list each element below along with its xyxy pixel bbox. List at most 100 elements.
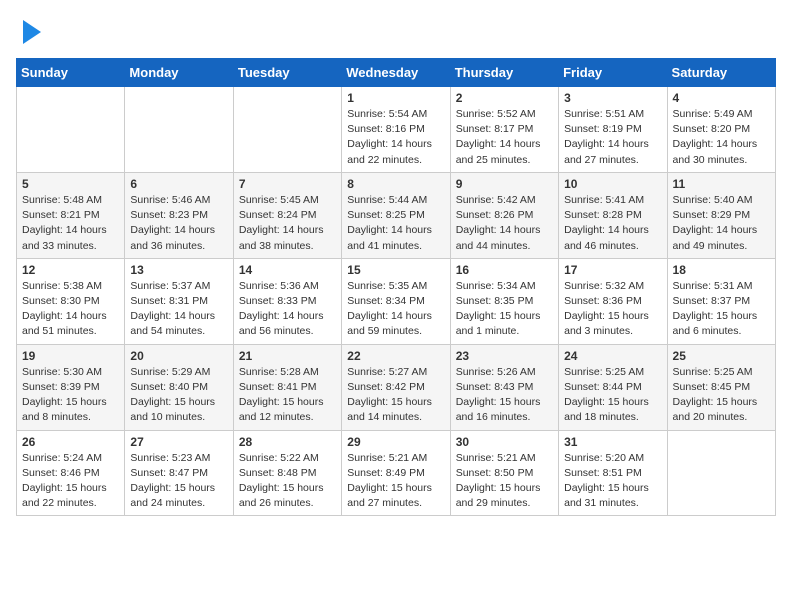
- sunrise-text: Sunrise: 5:44 AM: [347, 194, 427, 206]
- calendar-cell: [17, 87, 125, 173]
- cell-details: Sunrise: 5:30 AMSunset: 8:39 PMDaylight:…: [22, 365, 119, 426]
- page-header: [16, 16, 776, 46]
- logo-arrow-icon: [23, 18, 43, 46]
- daylight-text: Daylight: 14 hours and 56 minutes.: [239, 310, 324, 337]
- daylight-text: Daylight: 14 hours and 33 minutes.: [22, 224, 107, 251]
- sunset-text: Sunset: 8:28 PM: [564, 209, 642, 221]
- cell-details: Sunrise: 5:48 AM Sunset: 8:21 PM Daylight:…: [22, 193, 119, 254]
- day-number: 3: [564, 91, 661, 105]
- day-header-wednesday: Wednesday: [342, 59, 450, 87]
- day-number: 14: [239, 263, 336, 277]
- calendar-cell: 28Sunrise: 5:22 AMSunset: 8:48 PMDayligh…: [233, 430, 341, 516]
- day-number: 29: [347, 435, 444, 449]
- sunset-text: Sunset: 8:41 PM: [239, 381, 317, 393]
- day-number: 1: [347, 91, 444, 105]
- sunrise-text: Sunrise: 5:22 AM: [239, 452, 319, 464]
- calendar-cell: 23Sunrise: 5:26 AMSunset: 8:43 PMDayligh…: [450, 344, 558, 430]
- day-number: 6: [130, 177, 227, 191]
- sunrise-text: Sunrise: 5:25 AM: [564, 366, 644, 378]
- calendar-week-row: 5 Sunrise: 5:48 AM Sunset: 8:21 PM Daylight…: [17, 172, 776, 258]
- day-number: 9: [456, 177, 553, 191]
- calendar-cell: 14Sunrise: 5:36 AMSunset: 8:33 PMDayligh…: [233, 258, 341, 344]
- sunset-text: Sunset: 8:29 PM: [673, 209, 751, 221]
- calendar-week-row: 12Sunrise: 5:38 AMSunset: 8:30 PMDayligh…: [17, 258, 776, 344]
- cell-details: Sunrise: 5:37 AMSunset: 8:31 PMDaylight:…: [130, 279, 227, 340]
- sunset-text: Sunset: 8:24 PM: [239, 209, 317, 221]
- sunset-text: Sunset: 8:35 PM: [456, 295, 534, 307]
- day-number: 7: [239, 177, 336, 191]
- day-header-tuesday: Tuesday: [233, 59, 341, 87]
- daylight-text: Daylight: 15 hours and 31 minutes.: [564, 482, 649, 509]
- calendar-cell: 1Sunrise: 5:54 AMSunset: 8:16 PMDaylight…: [342, 87, 450, 173]
- day-number: 31: [564, 435, 661, 449]
- sunset-text: Sunset: 8:21 PM: [22, 209, 100, 221]
- daylight-text: Daylight: 15 hours and 6 minutes.: [673, 310, 758, 337]
- calendar-cell: 9Sunrise: 5:42 AMSunset: 8:26 PMDaylight…: [450, 172, 558, 258]
- sunset-text: Sunset: 8:26 PM: [456, 209, 534, 221]
- cell-details: Sunrise: 5:28 AMSunset: 8:41 PMDaylight:…: [239, 365, 336, 426]
- sunrise-text: Sunrise: 5:42 AM: [456, 194, 536, 206]
- sunset-text: Sunset: 8:36 PM: [564, 295, 642, 307]
- calendar-cell: 2Sunrise: 5:52 AMSunset: 8:17 PMDaylight…: [450, 87, 558, 173]
- day-number: 5: [22, 177, 119, 191]
- day-number: 26: [22, 435, 119, 449]
- sunset-text: Sunset: 8:39 PM: [22, 381, 100, 393]
- cell-details: Sunrise: 5:25 AM Sunset: 8:45 PM Daylight:…: [673, 365, 770, 426]
- sunrise-text: Sunrise: 5:25 AM: [673, 366, 753, 378]
- day-number: 12: [22, 263, 119, 277]
- calendar-cell: 12Sunrise: 5:38 AMSunset: 8:30 PMDayligh…: [17, 258, 125, 344]
- cell-details: Sunrise: 5:26 AMSunset: 8:43 PMDaylight:…: [456, 365, 553, 426]
- daylight-text: Daylight: 14 hours and 41 minutes.: [347, 224, 432, 251]
- daylight-text: Daylight: 15 hours and 12 minutes.: [239, 396, 324, 423]
- day-header-friday: Friday: [559, 59, 667, 87]
- sunset-text: Sunset: 8:34 PM: [347, 295, 425, 307]
- cell-details: Sunrise: 5:21 AMSunset: 8:50 PMDaylight:…: [456, 451, 553, 512]
- calendar-cell: 24Sunrise: 5:25 AMSunset: 8:44 PMDayligh…: [559, 344, 667, 430]
- cell-details: Sunrise: 5:31 AMSunset: 8:37 PMDaylight:…: [673, 279, 770, 340]
- sunrise-text: Sunrise: 5:49 AM: [673, 108, 753, 120]
- daylight-text: Daylight: 14 hours and 30 minutes.: [673, 138, 758, 165]
- daylight-text: Daylight: 15 hours and 29 minutes.: [456, 482, 541, 509]
- sunrise-text: Sunrise: 5:32 AM: [564, 280, 644, 292]
- cell-details: Sunrise: 5:51 AMSunset: 8:19 PMDaylight:…: [564, 107, 661, 168]
- day-number: 17: [564, 263, 661, 277]
- daylight-text: Daylight: 15 hours and 20 minutes.: [673, 396, 758, 423]
- sunrise-text: Sunrise: 5:26 AM: [456, 366, 536, 378]
- sunset-text: Sunset: 8:43 PM: [456, 381, 534, 393]
- sunrise-text: Sunrise: 5:20 AM: [564, 452, 644, 464]
- sunrise-text: Sunrise: 5:35 AM: [347, 280, 427, 292]
- day-header-thursday: Thursday: [450, 59, 558, 87]
- cell-details: Sunrise: 5:35 AMSunset: 8:34 PMDaylight:…: [347, 279, 444, 340]
- cell-details: Sunrise: 5:34 AMSunset: 8:35 PMDaylight:…: [456, 279, 553, 340]
- day-number: 20: [130, 349, 227, 363]
- day-number: 25: [673, 349, 770, 363]
- daylight-text: Daylight: 15 hours and 24 minutes.: [130, 482, 215, 509]
- daylight-text: Daylight: 15 hours and 18 minutes.: [564, 396, 649, 423]
- daylight-text: Daylight: 15 hours and 26 minutes.: [239, 482, 324, 509]
- sunset-text: Sunset: 8:45 PM: [673, 381, 751, 393]
- sunrise-text: Sunrise: 5:37 AM: [130, 280, 210, 292]
- day-number: 23: [456, 349, 553, 363]
- calendar-cell: 30Sunrise: 5:21 AMSunset: 8:50 PMDayligh…: [450, 430, 558, 516]
- daylight-text: Daylight: 15 hours and 8 minutes.: [22, 396, 107, 423]
- calendar-cell: 18 Sunrise: 5:31 AMSunset: 8:37 PMDayligh…: [667, 258, 775, 344]
- day-number: 21: [239, 349, 336, 363]
- sunset-text: Sunset: 8:16 PM: [347, 123, 425, 135]
- cell-details: Sunrise: 5:20 AMSunset: 8:51 PMDaylight:…: [564, 451, 661, 512]
- day-number: 18: [673, 263, 770, 277]
- calendar-cell: 21 Sunrise: 5:28 AMSunset: 8:41 PMDayligh…: [233, 344, 341, 430]
- day-number: 10: [564, 177, 661, 191]
- sunrise-text: Sunrise: 5:45 AM: [239, 194, 319, 206]
- sunrise-text: Sunrise: 5:21 AM: [347, 452, 427, 464]
- daylight-text: Daylight: 15 hours and 27 minutes.: [347, 482, 432, 509]
- cell-details: Sunrise: 5:41 AMSunset: 8:28 PMDaylight:…: [564, 193, 661, 254]
- sunrise-text: Sunrise: 5:48 AM: [22, 194, 102, 206]
- calendar-cell: 15Sunrise: 5:35 AMSunset: 8:34 PMDayligh…: [342, 258, 450, 344]
- calendar-cell: 13Sunrise: 5:37 AMSunset: 8:31 PMDayligh…: [125, 258, 233, 344]
- day-number: 22: [347, 349, 444, 363]
- logo: [16, 16, 43, 46]
- calendar-cell: 10 Sunrise: 5:41 AMSunset: 8:28 PMDayligh…: [559, 172, 667, 258]
- sunrise-text: Sunrise: 5:40 AM: [673, 194, 753, 206]
- sunset-text: Sunset: 8:46 PM: [22, 467, 100, 479]
- calendar-cell: 3 Sunrise: 5:51 AMSunset: 8:19 PMDaylight…: [559, 87, 667, 173]
